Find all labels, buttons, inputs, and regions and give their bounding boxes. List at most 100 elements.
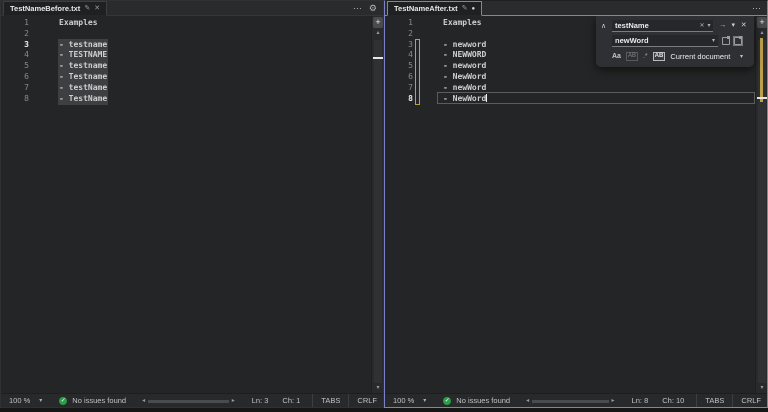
- tab-testnamebefore[interactable]: TestNameBefore.txt ✎ ✕: [3, 1, 107, 16]
- regex-icon[interactable]: .*: [643, 53, 648, 60]
- scroll-down-icon[interactable]: ▾: [372, 384, 383, 392]
- no-issues-check-icon: ✓: [59, 397, 67, 405]
- modified-lines-marker: [415, 39, 420, 105]
- code-line[interactable]: 1Examples: [1, 18, 383, 29]
- line-text: - newWord: [443, 83, 486, 94]
- status-indent-mode[interactable]: TABS: [696, 394, 732, 407]
- zoom-dropdown-icon[interactable]: ▾: [39, 397, 42, 404]
- zoom-dropdown-icon[interactable]: ▾: [423, 397, 426, 404]
- unsaved-dot-icon[interactable]: ●: [472, 6, 476, 12]
- vertical-scrollbar[interactable]: + ▴ ▾: [755, 16, 767, 393]
- edit-pen-icon: ✎: [84, 5, 90, 12]
- line-text: - NewWord: [443, 94, 487, 105]
- find-next-button[interactable]: →: [717, 20, 728, 32]
- vertical-scrollbar[interactable]: + ▴ ▾: [371, 16, 383, 393]
- scrollbar-track[interactable]: [374, 40, 382, 383]
- code-line[interactable]: 5 - testname: [1, 61, 383, 72]
- mode-badge-icon[interactable]: AB: [653, 52, 666, 61]
- clear-find-icon[interactable]: ✕: [699, 23, 704, 29]
- close-panel-icon[interactable]: ✕: [738, 20, 749, 32]
- hscroll-left-icon[interactable]: ◂: [142, 397, 145, 404]
- status-line: Ln: 3: [252, 396, 269, 405]
- horizontal-scrollbar[interactable]: [532, 397, 608, 405]
- status-line-ending[interactable]: CRLF: [732, 394, 767, 407]
- collapse-panel-icon[interactable]: ∧: [601, 22, 606, 30]
- code-line[interactable]: 4- TESTNAME: [1, 50, 383, 61]
- find-value: testName: [615, 21, 649, 30]
- more-menu-icon[interactable]: ⋯: [752, 4, 761, 13]
- no-issues-check-icon: ✓: [443, 397, 451, 405]
- status-bar: 100 % ▾ ✓ No issues found ◂ ▸ Ln: 3 Ch: …: [1, 393, 383, 407]
- line-text: - TestName: [59, 94, 107, 105]
- line-text: - testname: [59, 61, 107, 72]
- editor-area[interactable]: 1Examples23- testname4- TESTNAME5 - testn…: [1, 16, 383, 393]
- line-number: 5: [385, 61, 413, 72]
- scrollbar-plus-icon[interactable]: +: [757, 17, 767, 28]
- code-line[interactable]: 6 - NewWord: [385, 72, 767, 83]
- line-text: - NewWord: [443, 72, 486, 83]
- hscroll-thumb[interactable]: [148, 400, 229, 403]
- find-history-dropdown-icon[interactable]: ▾: [707, 23, 710, 29]
- line-text: - newword: [443, 61, 486, 72]
- search-scope-label[interactable]: Current document: [670, 52, 730, 61]
- code-line[interactable]: 7 - newWord: [385, 83, 767, 94]
- replace-one-icon[interactable]: [722, 37, 730, 45]
- line-number: 2: [1, 29, 29, 40]
- tab-testnameafter[interactable]: TestNameAfter.txt ✎ ●: [387, 1, 482, 16]
- more-menu-icon[interactable]: ⋯: [353, 4, 362, 13]
- tab-title: TestNameAfter.txt: [394, 4, 458, 13]
- edit-pen-icon: ✎: [462, 5, 468, 12]
- scroll-up-icon[interactable]: ▴: [372, 29, 383, 37]
- hscroll-left-icon[interactable]: ◂: [526, 397, 529, 404]
- tab-close-icon[interactable]: ✕: [94, 5, 100, 12]
- replace-input[interactable]: newWord ▾: [612, 35, 718, 47]
- line-number: 8: [385, 94, 413, 105]
- hscroll-right-icon[interactable]: ▸: [232, 397, 235, 404]
- hscroll-thumb[interactable]: [532, 400, 608, 403]
- line-text: - NEWWORD: [443, 50, 486, 61]
- code-line[interactable]: 7- testName: [1, 83, 383, 94]
- line-number: 1: [1, 18, 29, 29]
- settings-gear-icon[interactable]: ⚙: [369, 4, 377, 13]
- line-number: 3: [385, 40, 413, 51]
- zoom-level[interactable]: 100 %: [1, 396, 30, 405]
- replace-history-dropdown-icon[interactable]: ▾: [712, 38, 715, 44]
- horizontal-scrollbar[interactable]: [148, 397, 229, 405]
- line-number: 6: [385, 72, 413, 83]
- find-options-dropdown-icon[interactable]: ▾: [728, 20, 739, 32]
- line-number: 5: [1, 61, 29, 72]
- line-number: 7: [385, 83, 413, 94]
- zoom-level[interactable]: 100 %: [385, 396, 414, 405]
- code-line[interactable]: 8 - NewWord: [385, 94, 767, 105]
- line-text: - testname: [59, 40, 107, 51]
- hscroll-right-icon[interactable]: ▸: [612, 397, 615, 404]
- code-line[interactable]: 6 - Testname: [1, 72, 383, 83]
- whole-word-icon[interactable]: AB: [626, 52, 638, 61]
- scope-dropdown-icon[interactable]: ▾: [740, 53, 743, 60]
- issues-status: No issues found: [456, 396, 510, 405]
- code-line[interactable]: 3- testname: [1, 40, 383, 51]
- match-case-icon[interactable]: Aa: [612, 53, 621, 60]
- line-text: - Testname: [59, 72, 107, 83]
- scroll-down-icon[interactable]: ▾: [756, 384, 767, 392]
- editor-area[interactable]: 1Examples23- newword4- NEWWORD5- newword…: [385, 16, 767, 393]
- line-number: 4: [385, 50, 413, 61]
- status-line-ending[interactable]: CRLF: [348, 394, 383, 407]
- replace-all-icon[interactable]: [734, 37, 742, 45]
- line-number: 6: [1, 72, 29, 83]
- status-indent-mode[interactable]: TABS: [312, 394, 348, 407]
- text-cursor: [486, 94, 487, 102]
- modified-overview-marker: [760, 38, 763, 102]
- line-number: 2: [385, 29, 413, 40]
- tab-bar: TestNameBefore.txt ✎ ✕ ⋯ ⚙: [1, 1, 383, 16]
- issues-status: No issues found: [72, 396, 126, 405]
- tab-bar: TestNameAfter.txt ✎ ● ⋯: [385, 1, 767, 16]
- line-text: - TESTNAME: [59, 50, 107, 61]
- code-line[interactable]: 8- TestName: [1, 94, 383, 105]
- find-input[interactable]: testName ✕ ▾: [612, 20, 713, 32]
- status-bar: 100 % ▾ ✓ No issues found ◂ ▸ Ln: 8 Ch: …: [385, 393, 767, 407]
- tab-title: TestNameBefore.txt: [10, 4, 80, 13]
- scrollbar-plus-icon[interactable]: +: [373, 17, 383, 28]
- code-line[interactable]: 2: [1, 29, 383, 40]
- scroll-up-icon[interactable]: ▴: [756, 29, 767, 37]
